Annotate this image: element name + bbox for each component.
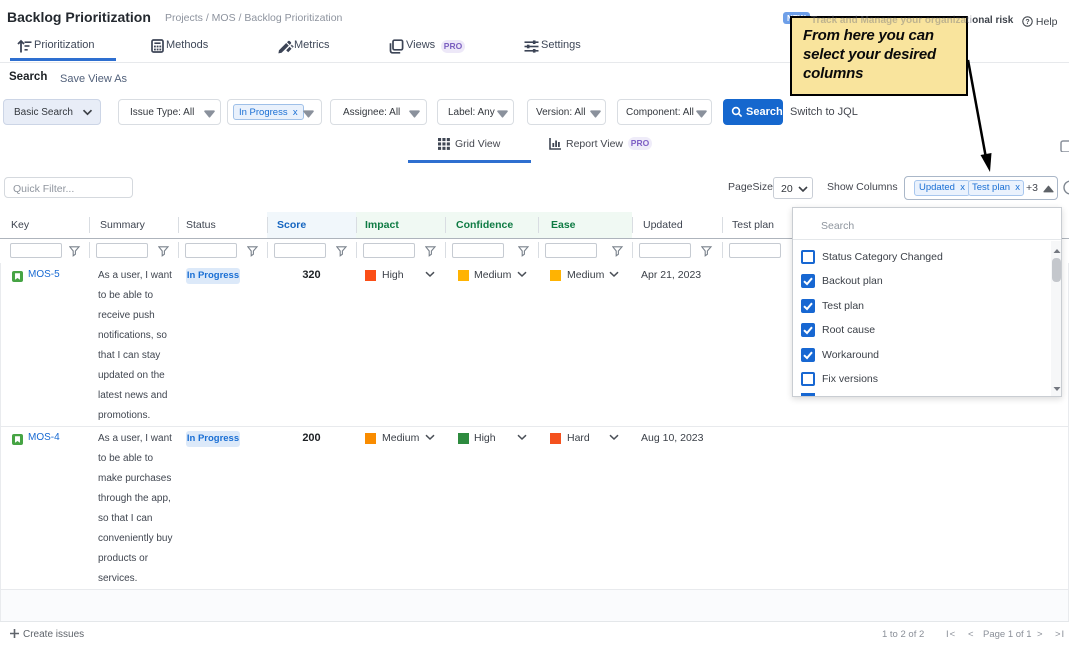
svg-text:?: ? [1025, 19, 1029, 26]
